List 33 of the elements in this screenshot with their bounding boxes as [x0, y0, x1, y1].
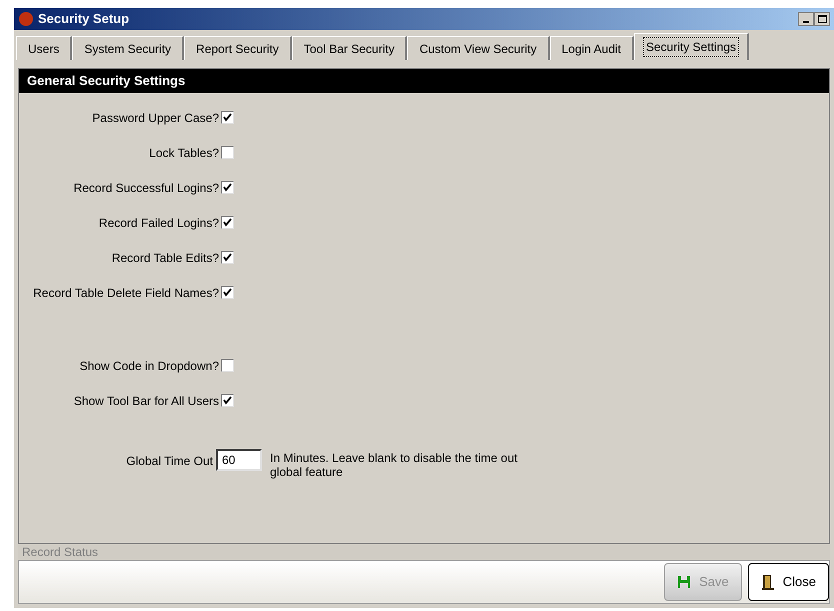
checkbox[interactable]: [221, 286, 234, 299]
checkbox[interactable]: [221, 394, 234, 407]
tab[interactable]: Custom View Security: [407, 36, 550, 60]
timeout-hint: In Minutes. Leave blank to disable the time out global feature: [270, 450, 518, 479]
status-label: Record Status: [18, 544, 830, 560]
section-header: General Security Settings: [19, 69, 829, 93]
setting-label: Record Failed Logins?: [98, 216, 220, 231]
checkbox[interactable]: [221, 359, 234, 372]
tab[interactable]: Users: [16, 36, 72, 60]
tab[interactable]: Report Security: [184, 36, 292, 60]
maximize-button[interactable]: [814, 12, 830, 26]
minimize-button[interactable]: [798, 12, 814, 26]
setting-label: Record Successful Logins?: [72, 181, 220, 196]
setting-label: Record Table Edits?: [110, 251, 220, 266]
tab[interactable]: Login Audit: [550, 36, 634, 60]
setting-label: Show Tool Bar for All Users: [72, 394, 220, 409]
timeout-field[interactable]: 60: [216, 449, 262, 471]
close-button[interactable]: Close: [748, 563, 829, 601]
tab[interactable]: Tool Bar Security: [292, 36, 408, 60]
tab[interactable]: System Security: [72, 36, 184, 60]
checkbox[interactable]: [221, 251, 234, 264]
door-icon: [760, 574, 775, 590]
tab[interactable]: Security Settings: [634, 33, 750, 60]
setting-label: Lock Tables?: [148, 146, 220, 161]
checkbox[interactable]: [221, 146, 234, 159]
window-title: Security Setup: [38, 10, 130, 28]
timeout-label: Global Time Out: [125, 453, 214, 470]
checkbox[interactable]: [221, 216, 234, 229]
setting-label: Show Code in Dropdown?: [78, 359, 220, 374]
checkbox[interactable]: [221, 181, 234, 194]
setting-label: Password Upper Case?: [91, 111, 220, 126]
setting-label: Record Table Delete Field Names?: [32, 286, 220, 301]
checkbox[interactable]: [221, 111, 234, 124]
